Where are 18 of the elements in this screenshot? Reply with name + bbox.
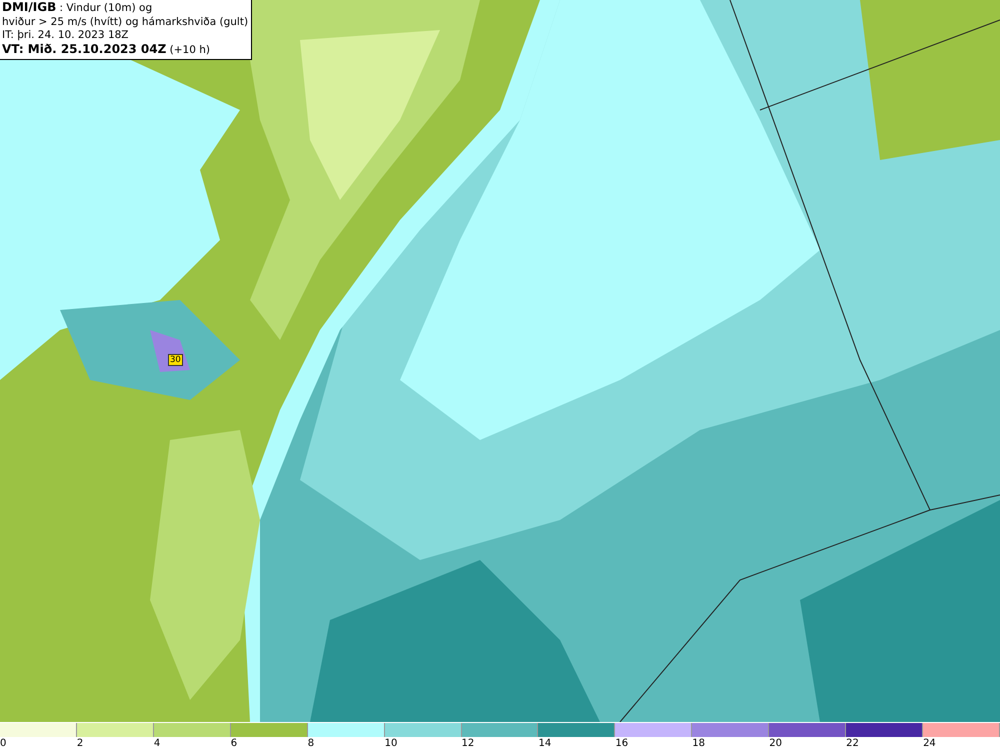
legend-label: 22 [846, 737, 859, 751]
legend-label: 2 [76, 737, 84, 751]
title-text: DMI/IGB : Vindur (10m) og [2, 1, 154, 16]
legend-label: 10 [384, 737, 398, 751]
legend-label: 4 [154, 737, 160, 751]
legend-label: 0 [0, 737, 6, 751]
legend-label: 18 [692, 737, 706, 751]
legend-label: 8 [308, 737, 314, 751]
max-gust-label: 30 [168, 354, 183, 366]
title-text: VT: Mið. 25.10.2023 04Z (+10 h) [2, 42, 212, 57]
legend-label: 16 [615, 737, 628, 751]
legend-label: 24 [923, 737, 936, 751]
title-text: hviður > 25 m/s (hvítt) og hámarkshviða (gult) [2, 16, 248, 29]
legend-label: 20 [769, 737, 782, 751]
legend-label: 6 [230, 737, 238, 751]
legend-label: 12 [462, 737, 474, 751]
legend-label: 14 [538, 737, 552, 751]
title-text: IT: þri. 24. 10. 2023 18Z [2, 29, 130, 42]
